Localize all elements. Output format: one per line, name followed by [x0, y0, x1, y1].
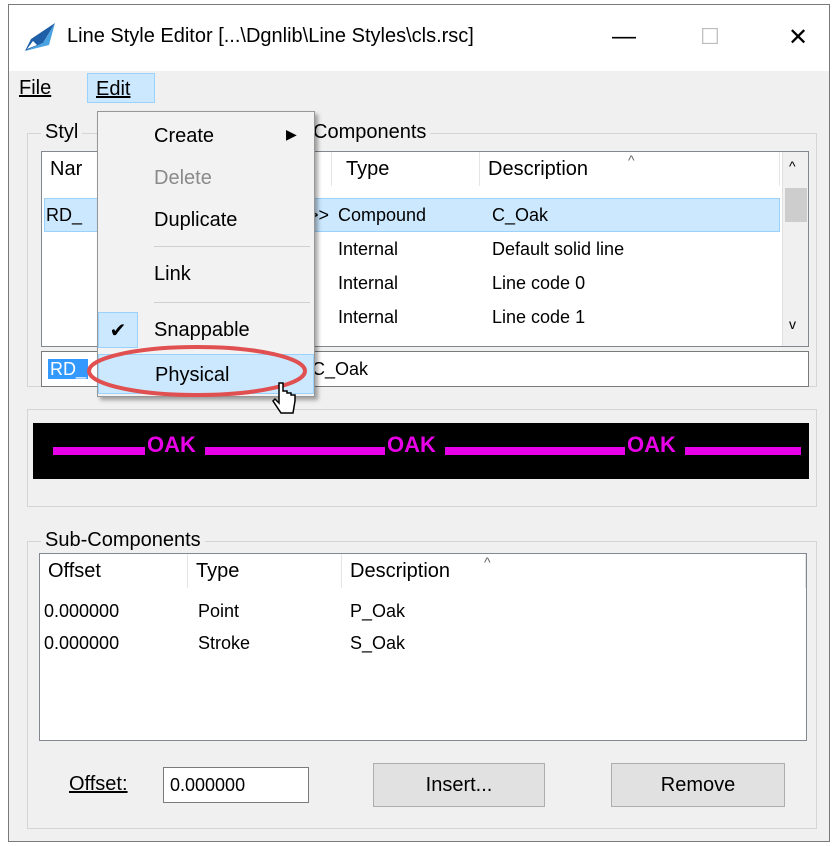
menu-bar: File Edit	[9, 71, 829, 107]
subcomponent-type: Point	[198, 601, 240, 621]
subcomponents-group-label: Sub-Components	[41, 529, 205, 551]
preview-label: OAK	[387, 432, 436, 457]
maximize-button[interactable]: ☐	[681, 13, 739, 61]
component-description-input[interactable]: C_Oak	[305, 351, 809, 387]
column-header-offset[interactable]: Offset	[40, 554, 188, 588]
row-type: Compound	[338, 205, 427, 225]
minimize-button[interactable]: —	[595, 13, 653, 61]
subcomponents-list[interactable]: Offset Type Description ^ 0.000000 Point…	[39, 553, 807, 741]
row-description: Default solid line	[492, 239, 625, 259]
vertical-scrollbar[interactable]: ^ v	[782, 152, 808, 346]
line-style-editor-window: Line Style Editor [...\Dgnlib\Line Style…	[8, 4, 830, 842]
menu-item-delete[interactable]: Delete	[98, 158, 314, 198]
subcomponent-description: P_Oak	[350, 601, 406, 621]
row-type: Internal	[338, 307, 399, 327]
menu-separator	[154, 302, 310, 303]
row-description: Line code 0	[492, 273, 586, 293]
maximize-icon: ☐	[700, 24, 720, 49]
scroll-down-icon[interactable]: v	[789, 316, 796, 332]
offset-label: Offset:	[69, 773, 128, 795]
title-bar[interactable]: Line Style Editor [...\Dgnlib\Line Style…	[9, 5, 829, 71]
submenu-arrow-icon: ▶	[286, 126, 297, 142]
preview-label: OAK	[627, 432, 676, 457]
subcomponent-description: S_Oak	[350, 633, 406, 653]
line-style-preview: OAK OAK OAK	[33, 423, 809, 479]
insert-button[interactable]: Insert...	[373, 763, 545, 807]
minimize-icon: —	[612, 23, 636, 50]
menu-item-label: Create	[154, 125, 215, 147]
column-header-description[interactable]: Description	[342, 554, 806, 588]
subcomponent-offset: 0.000000	[44, 633, 120, 653]
row-description: Line code 1	[492, 307, 586, 327]
row-type: Internal	[338, 273, 399, 293]
clipped-document-text	[0, 0, 6, 9]
menu-item-link[interactable]: Link	[98, 254, 314, 294]
scroll-up-icon[interactable]: ^	[789, 158, 796, 174]
menu-item-duplicate[interactable]: Duplicate	[98, 200, 314, 240]
close-icon: ✕	[787, 23, 809, 51]
style-name-selected-text: RD_	[48, 359, 89, 379]
row-type: Internal	[338, 239, 399, 259]
close-button[interactable]: ✕	[769, 13, 827, 61]
window-title: Line Style Editor [...\Dgnlib\Line Style…	[67, 25, 474, 47]
menu-file[interactable]: File	[11, 73, 59, 103]
styles-group-label: Styl	[41, 121, 83, 143]
preview-stroke	[445, 447, 625, 455]
preview-stroke	[53, 447, 145, 455]
preview-stroke	[205, 447, 385, 455]
column-header-type[interactable]: Type	[338, 152, 480, 186]
scrollbar-thumb[interactable]	[785, 188, 807, 222]
preview-stroke	[685, 447, 801, 455]
column-header-type[interactable]: Type	[188, 554, 342, 588]
row-description: C_Oak	[492, 205, 549, 225]
menu-edit[interactable]: Edit	[87, 73, 155, 103]
style-name-cell: RD_	[46, 205, 83, 225]
remove-button[interactable]: Remove	[611, 763, 785, 807]
components-group-label: Components	[309, 121, 431, 143]
sort-arrow-icon: ^	[484, 554, 491, 570]
menu-item-create[interactable]: Create	[98, 116, 314, 156]
mouse-cursor-icon	[272, 382, 296, 414]
menu-separator	[154, 246, 310, 247]
sort-arrow-icon: ^	[628, 152, 635, 168]
offset-input[interactable]: 0.000000	[163, 767, 309, 803]
app-icon	[23, 21, 57, 53]
subcomponent-type: Stroke	[198, 633, 251, 653]
preview-label: OAK	[147, 432, 196, 457]
subcomponent-offset: 0.000000	[44, 601, 120, 621]
